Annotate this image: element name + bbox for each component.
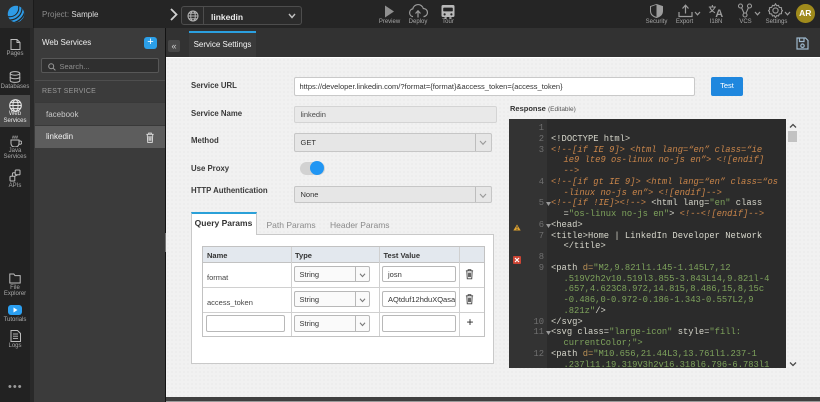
svg-text:A: A [715, 8, 723, 18]
